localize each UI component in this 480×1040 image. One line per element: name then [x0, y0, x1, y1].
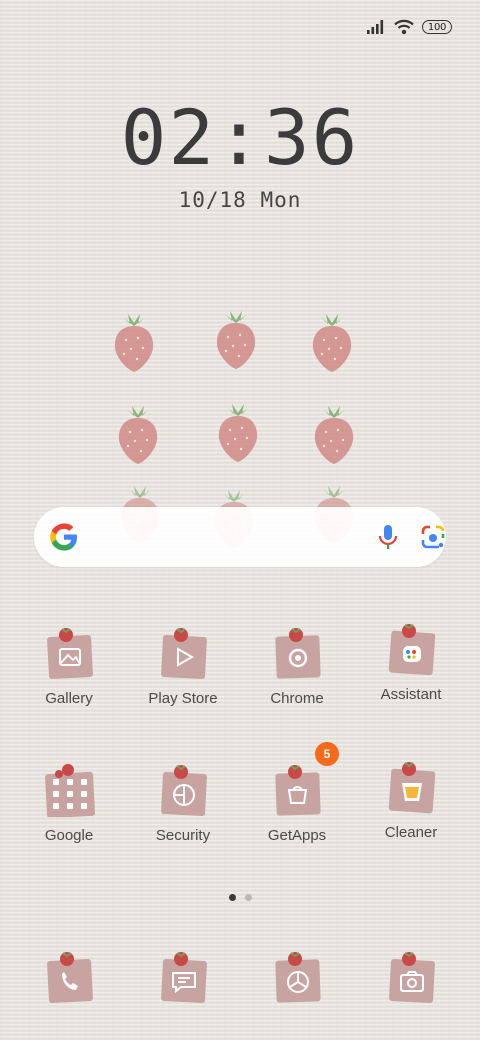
- app-play-store[interactable]: Play Store: [128, 616, 238, 726]
- clock-time[interactable]: 02:36: [0, 98, 480, 178]
- app-label: Assistant: [380, 686, 442, 703]
- app-label: GetApps: [267, 827, 327, 844]
- app-label: Cleaner: [384, 824, 438, 841]
- microphone-icon[interactable]: [375, 523, 401, 551]
- google-lens-icon[interactable]: [419, 523, 447, 551]
- app-label: Gallery: [45, 690, 93, 707]
- page-indicator[interactable]: [0, 894, 480, 901]
- play-store-icon: [161, 628, 207, 679]
- app-gallery[interactable]: Gallery: [14, 616, 124, 726]
- app-label: Chrome: [270, 690, 324, 707]
- google-search-bar[interactable]: [34, 507, 446, 567]
- status-bar: 100: [366, 16, 452, 38]
- app-security[interactable]: Security: [128, 753, 238, 863]
- camera-icon: [389, 952, 435, 1003]
- dock-phone[interactable]: [14, 940, 124, 1040]
- google-logo-icon[interactable]: [48, 521, 80, 553]
- wifi-icon: [394, 19, 414, 35]
- battery-level: 100: [427, 21, 447, 33]
- app-chrome[interactable]: Chrome: [242, 616, 352, 726]
- app-getapps[interactable]: GetApps: [242, 753, 352, 863]
- notification-badge: 5: [315, 742, 339, 766]
- gallery-icon: [47, 628, 93, 679]
- dock-camera[interactable]: [356, 940, 466, 1040]
- page-dot-2[interactable]: [244, 894, 252, 901]
- security-icon: [161, 765, 207, 816]
- google-folder-icon: [45, 764, 95, 817]
- messages-icon: [161, 952, 207, 1003]
- page-dot-1[interactable]: [228, 894, 236, 901]
- dock-messages[interactable]: [128, 940, 238, 1040]
- battery-icon: 100: [422, 20, 452, 34]
- signal-icon: [367, 20, 384, 34]
- chrome-icon: [275, 628, 321, 679]
- app-cleaner[interactable]: Cleaner: [356, 750, 466, 860]
- app-label: Play Store: [148, 690, 218, 707]
- app-assistant[interactable]: Assistant: [356, 612, 466, 722]
- cleaner-icon: [388, 762, 436, 814]
- app-google-folder[interactable]: Google: [14, 753, 124, 863]
- browser-icon: [275, 952, 321, 1003]
- dock-browser[interactable]: [242, 940, 352, 1040]
- app-label: Google: [44, 827, 94, 844]
- app-label: Security: [155, 827, 211, 844]
- assistant-icon: [388, 624, 436, 676]
- getapps-icon: [275, 765, 321, 816]
- clock-date[interactable]: 10/18 Mon: [0, 188, 480, 212]
- phone-icon: [47, 952, 93, 1003]
